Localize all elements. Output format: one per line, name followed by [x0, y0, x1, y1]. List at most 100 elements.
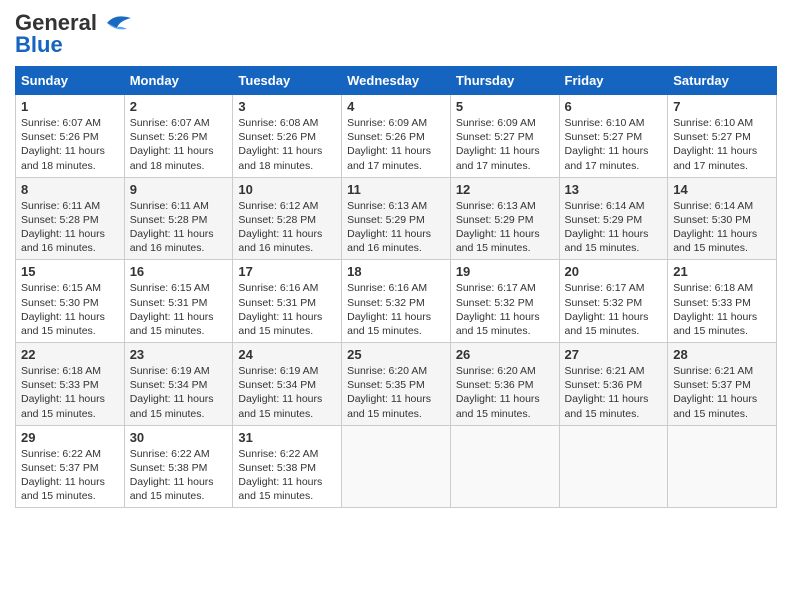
day-number: 24 [238, 347, 336, 362]
day-info: Daylight: 11 hours and 15 minutes. [565, 227, 663, 255]
day-info: Sunset: 5:37 PM [21, 461, 119, 475]
day-header-tuesday: Tuesday [233, 67, 342, 95]
day-info: Sunset: 5:26 PM [130, 130, 228, 144]
day-info: Sunrise: 6:15 AM [130, 281, 228, 295]
day-info: Sunset: 5:34 PM [130, 378, 228, 392]
day-number: 1 [21, 99, 119, 114]
day-number: 3 [238, 99, 336, 114]
calendar-cell: 5Sunrise: 6:09 AMSunset: 5:27 PMDaylight… [450, 95, 559, 178]
day-info: Sunset: 5:31 PM [130, 296, 228, 310]
calendar-cell: 6Sunrise: 6:10 AMSunset: 5:27 PMDaylight… [559, 95, 668, 178]
day-info: Sunrise: 6:17 AM [456, 281, 554, 295]
day-info: Daylight: 11 hours and 15 minutes. [456, 310, 554, 338]
day-info: Daylight: 11 hours and 15 minutes. [238, 310, 336, 338]
calendar-cell: 11Sunrise: 6:13 AMSunset: 5:29 PMDayligh… [342, 177, 451, 260]
calendar-cell: 19Sunrise: 6:17 AMSunset: 5:32 PMDayligh… [450, 260, 559, 343]
day-info: Sunrise: 6:22 AM [238, 447, 336, 461]
day-info: Sunrise: 6:20 AM [456, 364, 554, 378]
calendar-cell: 25Sunrise: 6:20 AMSunset: 5:35 PMDayligh… [342, 343, 451, 426]
day-info: Sunrise: 6:13 AM [347, 199, 445, 213]
day-info: Sunrise: 6:09 AM [347, 116, 445, 130]
day-header-sunday: Sunday [16, 67, 125, 95]
day-info: Daylight: 11 hours and 15 minutes. [21, 310, 119, 338]
day-number: 20 [565, 264, 663, 279]
day-number: 8 [21, 182, 119, 197]
day-info: Sunset: 5:28 PM [130, 213, 228, 227]
day-info: Sunrise: 6:16 AM [347, 281, 445, 295]
day-info: Sunrise: 6:15 AM [21, 281, 119, 295]
day-info: Daylight: 11 hours and 16 minutes. [130, 227, 228, 255]
calendar-cell: 17 Sunrise: 6:16 AMSunset: 5:31 PMDayligh… [233, 260, 342, 343]
calendar-week-row: 1Sunrise: 6:07 AMSunset: 5:26 PMDaylight… [16, 95, 777, 178]
calendar-cell: 4Sunrise: 6:09 AMSunset: 5:26 PMDaylight… [342, 95, 451, 178]
day-number: 30 [130, 430, 228, 445]
calendar-cell: 14Sunrise: 6:14 AMSunset: 5:30 PMDayligh… [668, 177, 777, 260]
day-info: Daylight: 11 hours and 15 minutes. [130, 392, 228, 420]
calendar-week-row: 15Sunrise: 6:15 AMSunset: 5:30 PMDayligh… [16, 260, 777, 343]
calendar-body: 1Sunrise: 6:07 AMSunset: 5:26 PMDaylight… [16, 95, 777, 508]
day-number: 25 [347, 347, 445, 362]
day-info: Sunrise: 6:16 AM [238, 281, 336, 295]
calendar-cell: 15Sunrise: 6:15 AMSunset: 5:30 PMDayligh… [16, 260, 125, 343]
calendar-cell: 29Sunrise: 6:22 AMSunset: 5:37 PMDayligh… [16, 425, 125, 508]
day-info: Sunset: 5:37 PM [673, 378, 771, 392]
logo-bird-icon [99, 13, 131, 33]
day-info: Sunset: 5:31 PM [238, 296, 336, 310]
calendar-cell: 22Sunrise: 6:18 AMSunset: 5:33 PMDayligh… [16, 343, 125, 426]
day-info: Sunrise: 6:22 AM [130, 447, 228, 461]
day-number: 13 [565, 182, 663, 197]
calendar-cell [450, 425, 559, 508]
day-info: Sunrise: 6:19 AM [130, 364, 228, 378]
day-info: Sunrise: 6:12 AM [238, 199, 336, 213]
day-info: Sunrise: 6:18 AM [21, 364, 119, 378]
day-info: Daylight: 11 hours and 15 minutes. [565, 392, 663, 420]
day-info: Daylight: 11 hours and 15 minutes. [130, 310, 228, 338]
calendar-cell [559, 425, 668, 508]
day-number: 14 [673, 182, 771, 197]
day-number: 2 [130, 99, 228, 114]
day-info: Daylight: 11 hours and 15 minutes. [456, 227, 554, 255]
day-info: Sunset: 5:27 PM [673, 130, 771, 144]
day-info: Daylight: 11 hours and 15 minutes. [21, 392, 119, 420]
day-info: Sunrise: 6:14 AM [565, 199, 663, 213]
day-info: Daylight: 11 hours and 17 minutes. [565, 144, 663, 172]
day-info: Sunrise: 6:18 AM [673, 281, 771, 295]
day-info: Sunrise: 6:20 AM [347, 364, 445, 378]
calendar-cell: 18Sunrise: 6:16 AMSunset: 5:32 PMDayligh… [342, 260, 451, 343]
day-number: 29 [21, 430, 119, 445]
day-info: Daylight: 11 hours and 18 minutes. [238, 144, 336, 172]
calendar-cell: 10Sunrise: 6:12 AMSunset: 5:28 PMDayligh… [233, 177, 342, 260]
day-info: Sunrise: 6:11 AM [130, 199, 228, 213]
day-info: Daylight: 11 hours and 15 minutes. [673, 227, 771, 255]
day-number: 17 [238, 264, 336, 279]
day-header-saturday: Saturday [668, 67, 777, 95]
day-info: Sunrise: 6:21 AM [565, 364, 663, 378]
day-number: 27 [565, 347, 663, 362]
day-number: 6 [565, 99, 663, 114]
calendar-cell [342, 425, 451, 508]
day-info: Sunrise: 6:13 AM [456, 199, 554, 213]
day-info: Sunset: 5:28 PM [21, 213, 119, 227]
calendar-cell: 31Sunrise: 6:22 AMSunset: 5:38 PMDayligh… [233, 425, 342, 508]
day-info: Daylight: 11 hours and 16 minutes. [21, 227, 119, 255]
calendar-cell: 30Sunrise: 6:22 AMSunset: 5:38 PMDayligh… [124, 425, 233, 508]
day-info: Daylight: 11 hours and 17 minutes. [673, 144, 771, 172]
day-info: Sunset: 5:26 PM [347, 130, 445, 144]
calendar-cell: 20Sunrise: 6:17 AMSunset: 5:32 PMDayligh… [559, 260, 668, 343]
day-info: Sunrise: 6:07 AM [130, 116, 228, 130]
day-number: 23 [130, 347, 228, 362]
day-number: 19 [456, 264, 554, 279]
day-info: Sunrise: 6:08 AM [238, 116, 336, 130]
day-header-thursday: Thursday [450, 67, 559, 95]
day-info: Sunset: 5:28 PM [238, 213, 336, 227]
day-info: Daylight: 11 hours and 15 minutes. [673, 310, 771, 338]
calendar-cell: 9Sunrise: 6:11 AMSunset: 5:28 PMDaylight… [124, 177, 233, 260]
day-number: 5 [456, 99, 554, 114]
day-info: Sunrise: 6:21 AM [673, 364, 771, 378]
day-info: Daylight: 11 hours and 17 minutes. [347, 144, 445, 172]
day-info: Daylight: 11 hours and 15 minutes. [347, 310, 445, 338]
day-info: Sunrise: 6:14 AM [673, 199, 771, 213]
page-header: General Blue [15, 10, 777, 58]
day-info: Sunrise: 6:19 AM [238, 364, 336, 378]
day-info: Sunset: 5:29 PM [347, 213, 445, 227]
